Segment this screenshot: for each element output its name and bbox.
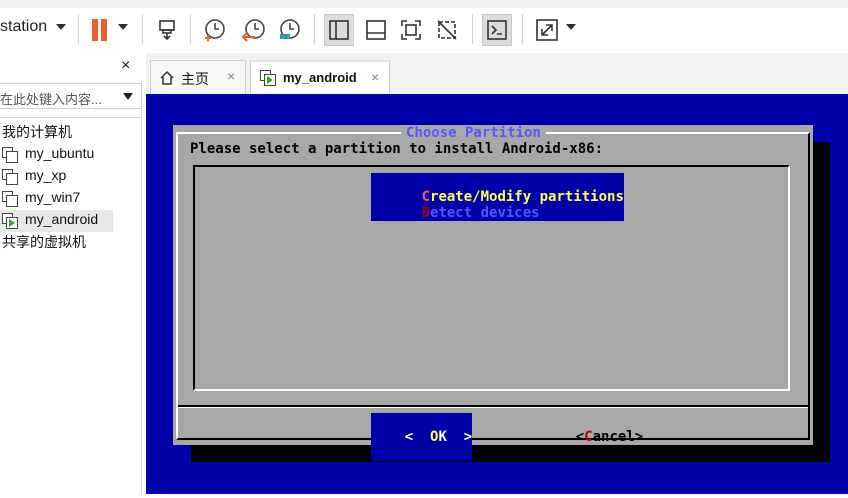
snapshot-manager-button[interactable] (274, 14, 304, 46)
option-hotkey: D (421, 205, 431, 221)
library-search-input[interactable]: 在此处键入内容... (0, 83, 142, 109)
option-label: etect devices (430, 205, 540, 221)
vm-tree: 我的计算机 my_ubuntu my_xp my_win7 my_android… (0, 117, 142, 250)
tree-item-my-android[interactable]: my_android (0, 210, 113, 232)
ok-button[interactable]: < OK > (371, 413, 473, 461)
tree-item-my-win7[interactable]: my_win7 (0, 188, 112, 210)
dialog-prompt: Please select a partition to install And… (190, 141, 604, 157)
tree-item-my-computer[interactable]: 我的计算机 (2, 122, 72, 144)
tree-item-label: my_xp (25, 167, 67, 183)
cancel-hotkey: C (584, 429, 593, 445)
tab-my-android[interactable]: my_android × (250, 60, 390, 94)
toolbar: station (0, 0, 848, 52)
tree-item-my-xp[interactable]: my_xp (0, 166, 112, 188)
toolbar-separator (522, 14, 523, 44)
tree-item-label: 共享的虚拟机 (2, 234, 86, 250)
thumbnail-bar-button[interactable] (361, 14, 391, 46)
revert-snapshot-icon (241, 19, 265, 42)
library-header: × (0, 53, 142, 81)
tab-label: my_android (283, 70, 357, 85)
dialog-title: Choose Partition (401, 125, 546, 141)
search-dropdown-chevron-icon[interactable] (123, 93, 133, 100)
tree-item-label: 我的计算机 (2, 124, 72, 140)
dialog-divider-highlight (178, 407, 808, 408)
app-title[interactable]: station (0, 18, 47, 36)
tab-label: 主页 (181, 71, 209, 87)
stretch-button[interactable] (532, 14, 562, 46)
option-detect-devices[interactable]: Detect devices (371, 189, 540, 237)
toolbar-separator (314, 14, 315, 44)
vm-running-icon (2, 213, 18, 229)
thumbnail-bar-icon (366, 20, 386, 40)
snapshot-icon (205, 19, 225, 41)
pause-icon (92, 19, 98, 41)
cancel-bracket-left: < (575, 429, 585, 445)
snapshot-manager-icon (280, 19, 300, 39)
cancel-button[interactable]: <Cancel> (542, 413, 643, 461)
choose-partition-dialog: Choose Partition Please select a partiti… (173, 125, 813, 461)
tree-item-label: my_win7 (25, 189, 81, 205)
tree-item-shared-vms[interactable]: 共享的虚拟机 (2, 232, 86, 254)
tree-item-label: my_android (25, 211, 99, 227)
cancel-label: ancel> (592, 429, 644, 445)
power-menu-chevron-icon[interactable] (118, 24, 128, 30)
toolbar-top-band (0, 0, 848, 8)
vm-icon (2, 169, 18, 185)
toolbar-separator (472, 14, 473, 44)
revert-snapshot-button[interactable] (238, 14, 268, 46)
take-snapshot-button[interactable] (200, 14, 230, 46)
fullscreen-button[interactable] (396, 14, 426, 46)
vm-running-icon (260, 70, 276, 86)
show-library-button[interactable] (324, 14, 354, 46)
toolbar-separator (78, 14, 79, 44)
partition-option-list: Create/Modify partitions Detect devices (193, 165, 790, 391)
toolbar-separator (190, 14, 191, 44)
tree-item-my-ubuntu[interactable]: my_ubuntu (0, 144, 112, 166)
fullscreen-icon (401, 20, 421, 40)
close-tab-icon[interactable]: × (371, 69, 379, 85)
stretch-menu-chevron-icon[interactable] (566, 24, 576, 30)
search-placeholder: 在此处键入内容... (0, 92, 102, 107)
tab-bar: 主页 × my_android × (146, 53, 848, 94)
library-sidebar: × 在此处键入内容... 我的计算机 my_ubuntu my_xp my_wi… (0, 53, 142, 494)
unity-button[interactable] (432, 14, 462, 46)
close-tab-icon[interactable]: × (227, 68, 235, 84)
tree-item-label: my_ubuntu (25, 145, 95, 161)
show-library-icon (329, 20, 349, 40)
ok-bracket-left: < (404, 429, 431, 445)
unity-icon (437, 20, 457, 40)
close-library-icon[interactable]: × (121, 57, 130, 75)
vm-icon (2, 147, 18, 163)
ok-label: K > (438, 429, 473, 445)
console-view-button[interactable] (482, 14, 512, 46)
stretch-icon (536, 19, 558, 41)
home-icon (160, 70, 174, 85)
pause-icon-bar (101, 19, 107, 41)
console-icon (487, 20, 507, 40)
app-menu-chevron-icon[interactable] (56, 24, 66, 30)
tab-home[interactable]: 主页 × (150, 60, 246, 94)
toolbar-separator (142, 14, 143, 44)
send-keys-button[interactable] (152, 14, 182, 46)
vm-icon (2, 191, 18, 207)
send-keys-icon (159, 20, 175, 41)
